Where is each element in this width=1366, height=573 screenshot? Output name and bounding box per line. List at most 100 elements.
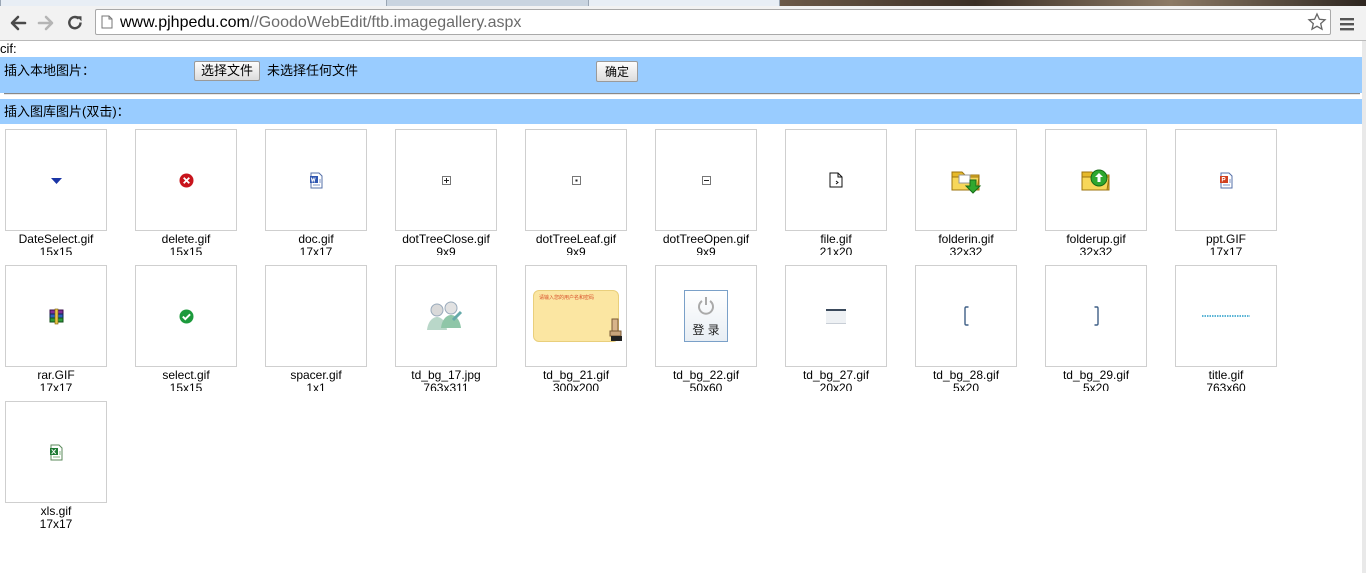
gallery-thumbnail[interactable]: 请输入您的用户名和密码 (525, 265, 627, 367)
choose-file-button[interactable]: 选择文件 (194, 61, 261, 81)
gallery-item[interactable]: dotTreeOpen.gif 9x9 (650, 129, 780, 265)
gallery-thumbnail[interactable] (915, 265, 1017, 367)
gallery-thumbnail[interactable] (1175, 265, 1277, 367)
gallery-item[interactable]: DateSelect.gif 15x15 (0, 129, 130, 265)
gallery-item[interactable]: ppt.GIF 17x17 (1170, 129, 1300, 265)
bar-image (826, 309, 846, 324)
folder-up-icon (1081, 169, 1110, 191)
gallery-thumbnail[interactable] (5, 129, 107, 231)
gallery-thumbnail[interactable] (1175, 129, 1277, 231)
file-icon (829, 172, 843, 188)
file-name: td_bg_27.gif (802, 368, 870, 382)
gallery-thumbnail[interactable] (265, 265, 367, 367)
file-dimensions: 15x15 (169, 382, 203, 391)
file-name: doc.gif (298, 232, 334, 246)
gallery-item[interactable]: doc.gif 17x17 (260, 129, 390, 265)
gallery-header: 插入图库图片(双击)： (0, 99, 1362, 124)
confirm-button[interactable]: 确定 (596, 61, 638, 82)
file-name: td_bg_21.gif (542, 368, 610, 382)
gallery-thumbnail[interactable] (395, 129, 497, 231)
gallery-item[interactable]: dotTreeLeaf.gif 9x9 (520, 129, 650, 265)
file-dimensions: 15x15 (169, 246, 203, 255)
login-button-text: 登 录 (692, 323, 720, 337)
folder-in-icon (951, 171, 982, 194)
tree-plus-icon (441, 175, 451, 185)
gallery-thumbnail[interactable] (915, 129, 1017, 231)
gallery-item[interactable]: 请输入您的用户名和密码 td_bg_21.gif 300x200 (520, 265, 650, 401)
tree-leaf-icon (571, 175, 581, 185)
file-dimensions: 32x32 (949, 246, 983, 255)
file-dimensions: 9x9 (696, 246, 716, 255)
gallery-thumbnail[interactable] (785, 265, 887, 367)
tree-minus-icon (701, 175, 711, 185)
address-bar[interactable]: www.pjhpedu.com//GoodoWebEdit/ftb.imageg… (95, 9, 1331, 35)
file-dimensions: 763x60 (1206, 382, 1246, 391)
gallery-item[interactable]: dotTreeClose.gif 9x9 (390, 129, 520, 265)
reload-button[interactable] (63, 11, 87, 35)
word-doc-icon (309, 172, 322, 188)
gallery-item[interactable]: select.gif 15x15 (130, 265, 260, 401)
file-name: select.gif (162, 368, 210, 382)
file-dimensions: 300x200 (552, 382, 600, 391)
file-name: td_bg_22.gif (672, 368, 740, 382)
file-dimensions: 50x60 (689, 382, 723, 391)
file-name: file.gif (820, 232, 852, 246)
menu-icon[interactable] (1338, 15, 1356, 33)
file-dimensions: 15x15 (39, 246, 73, 255)
file-name: dotTreeLeaf.gif (535, 232, 617, 246)
gallery-thumbnail[interactable] (5, 265, 107, 367)
gallery-thumbnail[interactable] (5, 401, 107, 503)
gallery-thumbnail[interactable] (135, 265, 237, 367)
gallery-item[interactable]: 登 录 td_bg_22.gif 50x60 (650, 265, 780, 401)
forward-arrow-icon (37, 15, 54, 31)
gallery-item[interactable]: td_bg_29.gif 5x20 (1040, 265, 1170, 401)
upload-bar: 插入本地图片： 选择文件 未选择任何文件 确定 (0, 57, 1362, 93)
file-name: title.gif (1208, 368, 1244, 382)
gallery-item[interactable]: folderup.gif 32x32 (1040, 129, 1170, 265)
back-arrow-icon (10, 15, 27, 31)
file-dimensions: 17x17 (39, 518, 73, 531)
gallery-thumbnail[interactable] (1045, 129, 1147, 231)
page-scrollbar[interactable] (1362, 41, 1366, 573)
file-name: td_bg_17.jpg (411, 368, 481, 382)
stamp-icon (609, 318, 622, 341)
file-name: rar.GIF (37, 368, 75, 382)
gallery-item[interactable]: td_bg_17.jpg 763x311 (390, 265, 520, 401)
gallery-thumbnail[interactable]: 登 录 (655, 265, 757, 367)
file-name: td_bg_29.gif (1062, 368, 1130, 382)
right-bracket-image (1094, 306, 1099, 326)
reload-icon (68, 15, 82, 30)
url-host: www.pjhpedu.com (120, 14, 250, 31)
gallery-thumbnail[interactable] (1045, 265, 1147, 367)
browser-toolbar: www.pjhpedu.com//GoodoWebEdit/ftb.imageg… (0, 6, 1366, 41)
gallery-item[interactable]: title.gif 763x60 (1170, 265, 1300, 401)
file-dimensions: 17x17 (1209, 246, 1243, 255)
divider (4, 93, 1360, 95)
bookmark-star-icon[interactable] (1307, 12, 1327, 32)
gallery-thumbnail[interactable] (785, 129, 887, 231)
url-text[interactable]: www.pjhpedu.com//GoodoWebEdit/ftb.imageg… (120, 13, 521, 32)
power-icon (698, 297, 714, 315)
gallery-label: 插入图库图片(双击)： (4, 104, 130, 119)
back-button[interactable] (6, 11, 30, 35)
gallery-item[interactable]: rar.GIF 17x17 (0, 265, 130, 401)
url-path: //GoodoWebEdit/ftb.imagegallery.aspx (249, 14, 522, 31)
file-dimensions: 5x20 (952, 382, 980, 391)
gallery-item[interactable]: td_bg_28.gif 5x20 (910, 265, 1040, 401)
delete-icon (179, 173, 193, 187)
gallery-item[interactable]: xls.gif 17x17 (0, 401, 130, 537)
title-strip-image (1202, 315, 1250, 317)
file-dimensions: 763x311 (423, 382, 469, 391)
gallery-item[interactable]: delete.gif 15x15 (130, 129, 260, 265)
forward-button[interactable] (34, 11, 58, 35)
gallery-item[interactable]: folderin.gif 32x32 (910, 129, 1040, 265)
gallery-thumbnail[interactable] (395, 265, 497, 367)
gallery-thumbnail[interactable] (135, 129, 237, 231)
gallery-thumbnail[interactable] (655, 129, 757, 231)
gallery-item[interactable]: td_bg_27.gif 20x20 (780, 265, 910, 401)
gallery-thumbnail[interactable] (525, 129, 627, 231)
gallery-thumbnail[interactable] (265, 129, 367, 231)
gallery-item[interactable]: spacer.gif 1x1 (260, 265, 390, 401)
gallery-item[interactable]: file.gif 21x20 (780, 129, 910, 265)
file-name: DateSelect.gif (18, 232, 94, 246)
